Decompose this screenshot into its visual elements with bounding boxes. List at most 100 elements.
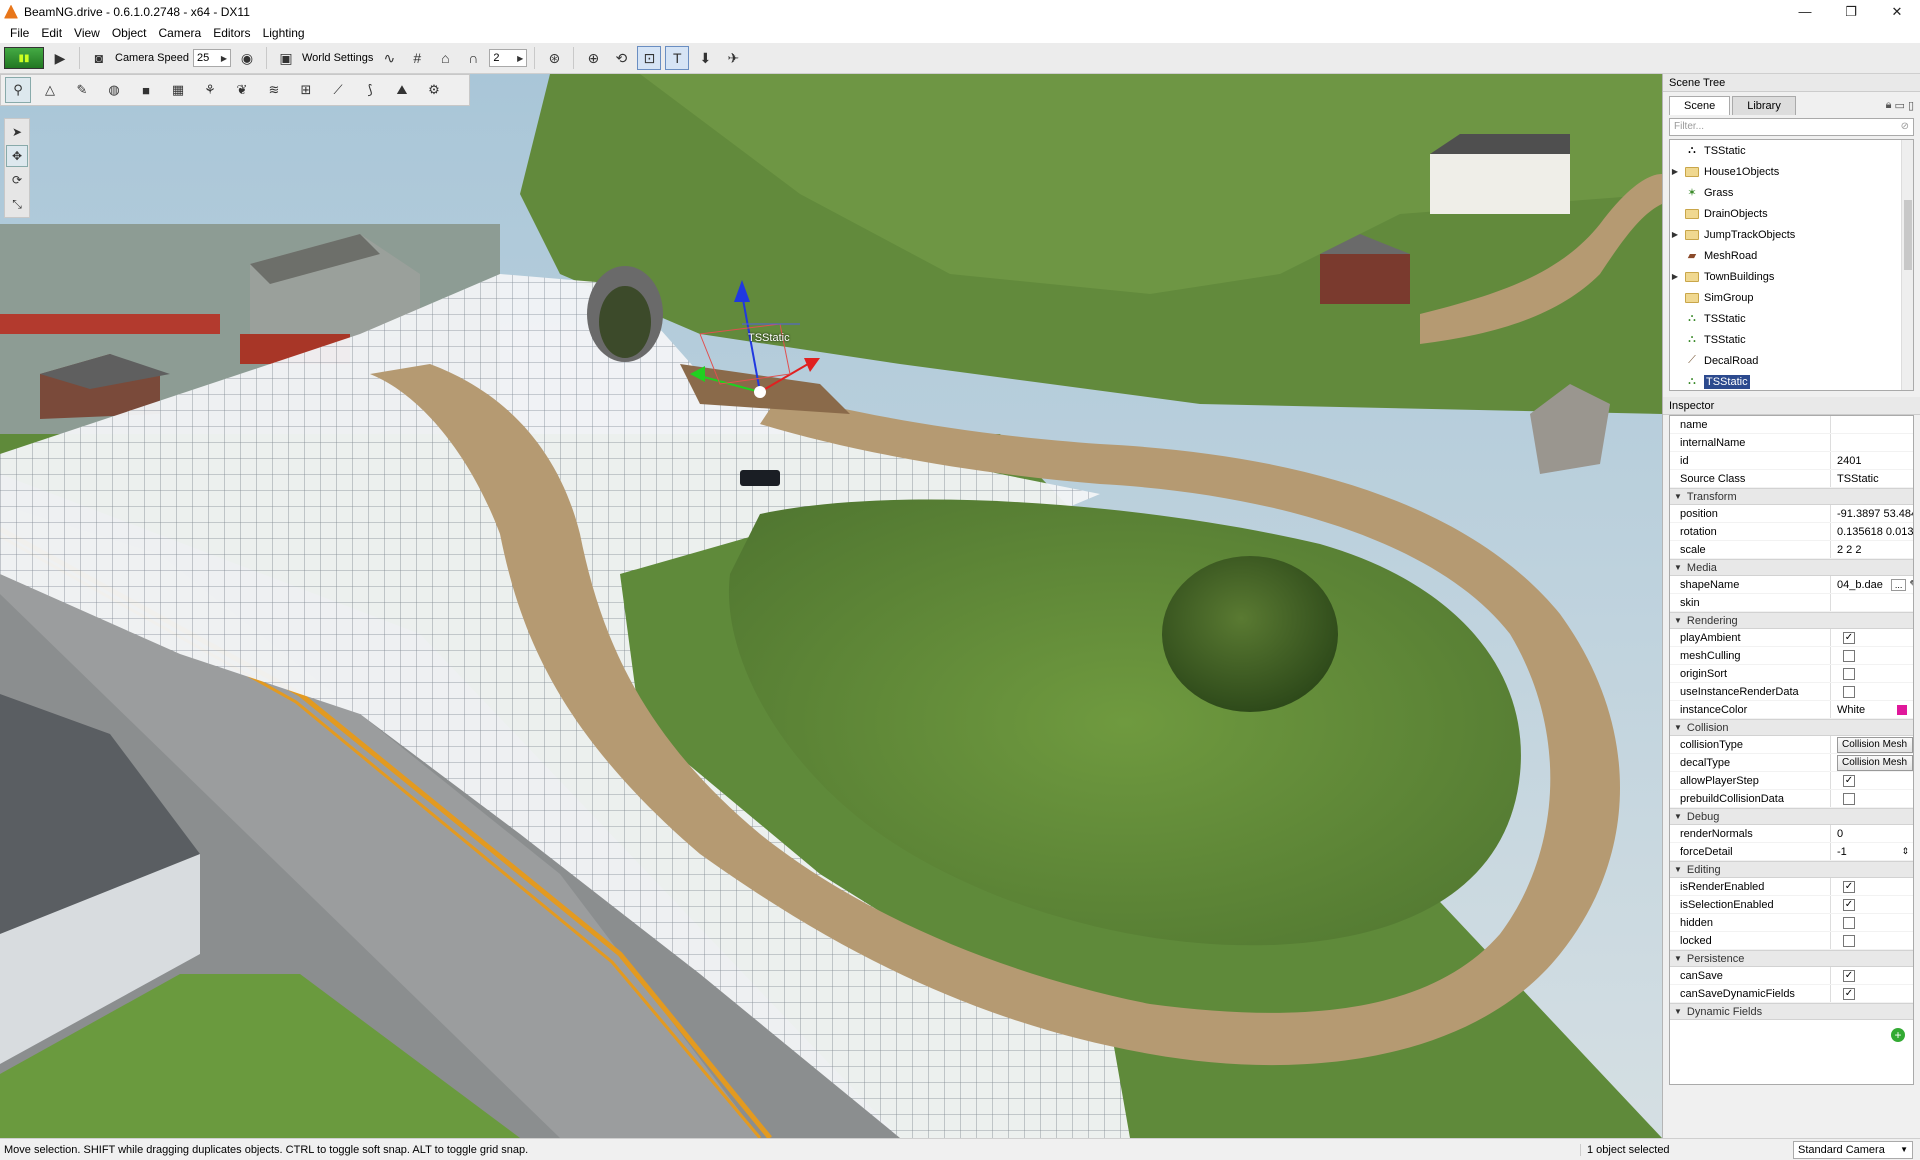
rotation-field[interactable]: 0.135618 0.0131 [1830,523,1913,540]
position-field[interactable]: -91.3897 53.4847 [1830,505,1913,522]
collision-type-dropdown[interactable]: Collision Mesh [1837,736,1913,753]
navmesh-editor-icon[interactable]: ⟆ [357,77,383,103]
tree-row[interactable]: ✶ Grass [1670,182,1913,203]
render-normals-field[interactable]: 0 [1830,825,1913,842]
tab-scene[interactable]: Scene [1669,96,1731,115]
shape-name-field[interactable]: 04_b.dae...✎ [1830,576,1913,593]
material-editor-icon[interactable]: ◍ [101,77,127,103]
shape-editor-icon[interactable]: ⚙ [421,77,447,103]
spinner-icon[interactable]: ⇕ [1901,846,1909,857]
menu-lighting[interactable]: Lighting [257,26,311,40]
tree-row[interactable]: ▶ TownBuildings [1670,266,1913,287]
tree-row[interactable]: ⛬ TSStatic [1670,329,1913,350]
is-render-enabled-checkbox[interactable]: ✓ [1843,880,1855,893]
visibility-eye-icon[interactable]: ◉ [235,46,259,70]
collapse-triangle-icon[interactable]: ▼ [1674,1007,1682,1016]
play-ambient-checkbox[interactable]: ✓ [1843,631,1855,644]
tree-row[interactable]: ▰ MeshRoad [1670,245,1913,266]
close-button[interactable]: ✕ [1874,0,1920,23]
menu-view[interactable]: View [68,26,106,40]
skin-field[interactable] [1830,594,1913,611]
menu-edit[interactable]: Edit [35,26,68,40]
camera-icon[interactable]: ◙ [87,46,111,70]
selection-mode-icon[interactable]: ⊡ [637,46,662,70]
collapse-triangle-icon[interactable]: ▼ [1674,865,1682,874]
section-collision[interactable]: ▼ Collision [1670,719,1913,736]
section-persistence[interactable]: ▼ Persistence [1670,950,1913,967]
beamng-logo-button[interactable]: ▮▮ [4,47,44,69]
section-dynamic-fields[interactable]: ▼ Dynamic Fields [1670,1003,1913,1020]
collapse-triangle-icon[interactable]: ▼ [1674,563,1682,572]
collapse-triangle-icon[interactable]: ▼ [1674,492,1682,501]
forest-editor-icon[interactable]: ❦ [229,77,255,103]
name-field[interactable] [1830,416,1913,433]
scale-field[interactable]: 2 2 2 [1830,541,1913,558]
stepper-arrow-icon[interactable]: ▶ [221,54,227,63]
hidden-checkbox[interactable] [1843,916,1855,929]
bounds-center-icon[interactable]: ⊕ [581,46,605,70]
grid-snap-icon[interactable]: # [405,46,429,70]
clear-filter-icon[interactable]: ⊘ [1901,121,1909,133]
tree-row[interactable]: DrainObjects [1670,203,1913,224]
tab-library[interactable]: Library [1732,96,1796,115]
can-save-dynamic-fields-checkbox[interactable]: ✓ [1843,987,1855,1000]
mesh-road-editor-icon[interactable]: ⊞ [293,77,319,103]
snap-icon[interactable]: ∿ [377,46,401,70]
restore-button[interactable]: ❐ [1828,0,1874,23]
particle-editor-icon[interactable]: ⚘ [197,77,223,103]
expand-arrow-icon[interactable]: ▶ [1670,167,1680,176]
collapse-triangle-icon[interactable]: ▼ [1674,616,1682,625]
rotate-tool-icon[interactable]: ⟳ [6,169,28,191]
origin-sort-checkbox[interactable] [1843,667,1855,680]
new-folder-icon[interactable]: ▭ [1895,99,1905,112]
tree-row[interactable]: ▶ House1Objects [1670,161,1913,182]
collapse-triangle-icon[interactable]: ▼ [1674,723,1682,732]
road-editor-icon[interactable]: ⟋ [325,77,351,103]
terrain-snap-icon[interactable]: ⌂ [433,46,457,70]
expand-arrow-icon[interactable]: ▶ [1670,230,1680,239]
use-instance-render-data-checkbox[interactable] [1843,685,1855,698]
collapse-triangle-icon[interactable]: ▼ [1674,954,1682,963]
river-editor-icon[interactable]: ≋ [261,77,287,103]
prebuild-collision-data-checkbox[interactable] [1843,792,1855,805]
tree-row[interactable]: ⟋ DecalRoad [1670,350,1913,371]
section-transform[interactable]: ▼ Transform [1670,488,1913,505]
color-swatch[interactable] [1897,704,1907,715]
mesh-culling-checkbox[interactable] [1843,649,1855,662]
drop-object-icon[interactable]: ⬇ [693,46,717,70]
tree-row[interactable]: ⛬ TSStatic [1670,308,1913,329]
text-label-icon[interactable]: T [665,46,690,70]
grid-size-input[interactable]: 2 ▶ [489,49,528,67]
scene-tree[interactable]: ⛬ TSStatic ▶ House1Objects ✶ Grass DrainObj… [1669,139,1914,391]
minimize-button[interactable]: — [1782,0,1828,23]
terrain-editor-icon[interactable]: △ [37,77,63,103]
fit-view-icon[interactable]: ✈ [721,46,745,70]
camera-speed-input[interactable]: 25 ▶ [193,49,231,67]
delete-icon[interactable]: ▯ [1908,99,1914,112]
decal-road-editor-icon[interactable]: ⛰ [389,77,415,103]
is-selection-enabled-checkbox[interactable]: ✓ [1843,898,1855,911]
rotation-icon[interactable]: ⟲ [609,46,633,70]
object-editor-icon[interactable]: ⚲ [5,77,31,103]
camera-mode-dropdown[interactable]: Standard Camera ▼ [1793,1140,1913,1159]
force-detail-field[interactable]: -1 ⇕ [1830,843,1913,860]
menu-object[interactable]: Object [106,26,153,40]
stepper-arrow-icon[interactable]: ▶ [517,54,523,63]
menu-camera[interactable]: Camera [153,26,208,40]
datablock-editor-icon[interactable]: ■ [133,77,159,103]
menu-editors[interactable]: Editors [207,26,256,40]
decal-type-dropdown[interactable]: Collision Mesh [1837,754,1913,771]
scrollbar-thumb[interactable] [1904,200,1912,270]
tree-row-selected[interactable]: ⛬ TSStatic [1670,371,1913,390]
decal-editor-icon[interactable]: ▦ [165,77,191,103]
lock-icon[interactable]: 🔒︎ [1886,99,1892,112]
instance-color-field[interactable]: White [1830,701,1913,718]
terrain-painter-icon[interactable]: ✎ [69,77,95,103]
section-media[interactable]: ▼ Media [1670,559,1913,576]
collapse-triangle-icon[interactable]: ▼ [1674,812,1682,821]
magnet-icon[interactable]: ∩ [461,46,485,70]
section-debug[interactable]: ▼ Debug [1670,808,1913,825]
menu-file[interactable]: File [4,26,35,40]
internal-name-field[interactable] [1830,434,1913,451]
tree-row[interactable]: SimGroup [1670,287,1913,308]
